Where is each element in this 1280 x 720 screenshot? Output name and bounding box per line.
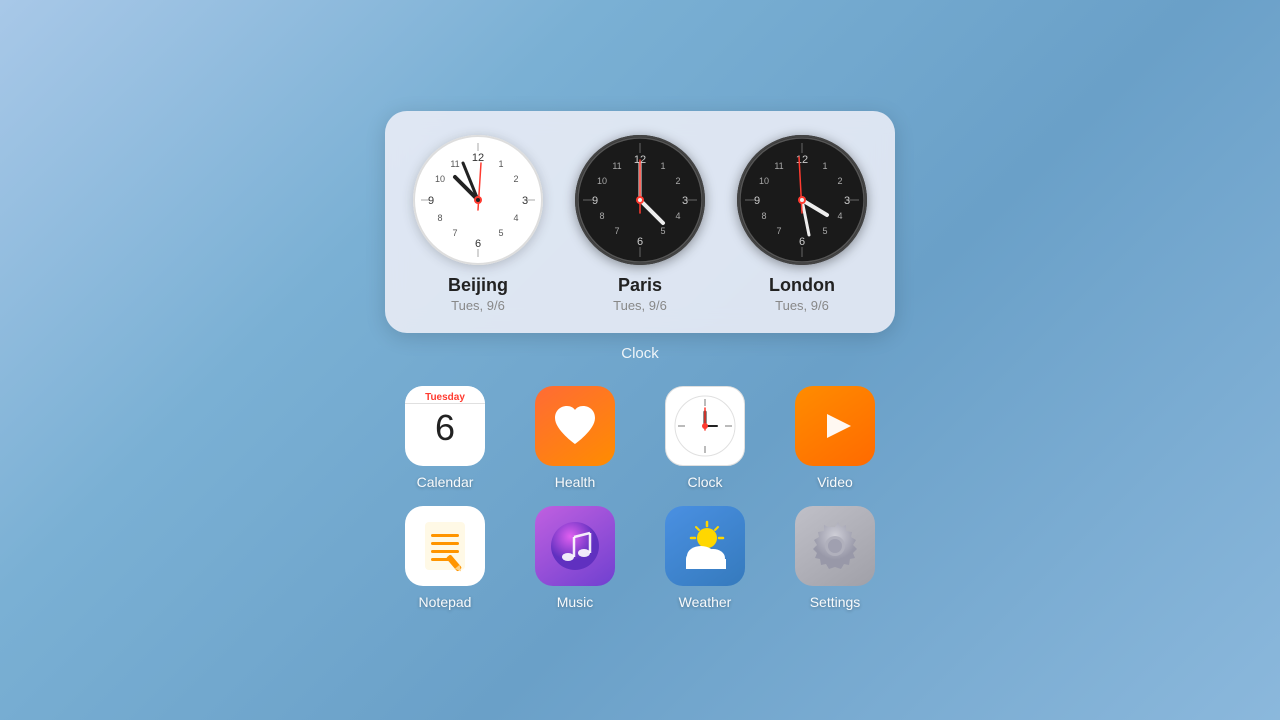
- clock-app-icon[interactable]: [665, 386, 745, 466]
- svg-text:8: 8: [437, 213, 442, 223]
- svg-text:2: 2: [675, 176, 680, 186]
- svg-text:9: 9: [592, 195, 598, 207]
- svg-text:8: 8: [599, 211, 604, 221]
- music-label: Music: [557, 594, 594, 610]
- svg-text:10: 10: [759, 176, 769, 186]
- clock-item-beijing: 12 6 9 3 1 2 4 5 11 10 8 7: [413, 135, 543, 313]
- app-item-clock[interactable]: Clock: [650, 386, 760, 490]
- svg-text:2: 2: [513, 174, 518, 184]
- clock-face-london: 12 6 9 3 1 2 4 5 11 10 8 7: [737, 135, 867, 265]
- london-city: London: [769, 275, 835, 296]
- health-icon[interactable]: [535, 386, 615, 466]
- app-item-health[interactable]: Health: [520, 386, 630, 490]
- clock-face-paris: 12 6 9 3 1 2 4 5 11 10 8 7: [575, 135, 705, 265]
- notepad-icon[interactable]: [405, 506, 485, 586]
- beijing-city: Beijing: [448, 275, 508, 296]
- svg-text:5: 5: [498, 228, 503, 238]
- app-item-calendar[interactable]: Tuesday 6 Calendar: [390, 386, 500, 490]
- london-label: London Tues, 9/6: [769, 275, 835, 313]
- clock-app-label: Clock: [687, 474, 722, 490]
- svg-text:6: 6: [637, 236, 643, 248]
- app-item-settings[interactable]: Settings: [780, 506, 890, 610]
- beijing-label: Beijing Tues, 9/6: [448, 275, 508, 313]
- app-item-notepad[interactable]: Notepad: [390, 506, 500, 610]
- svg-text:7: 7: [776, 226, 781, 236]
- paris-label: Paris Tues, 9/6: [613, 275, 667, 313]
- svg-text:9: 9: [428, 195, 434, 207]
- svg-text:7: 7: [452, 228, 457, 238]
- svg-text:4: 4: [513, 213, 518, 223]
- video-label: Video: [817, 474, 853, 490]
- svg-text:8: 8: [761, 211, 766, 221]
- settings-icon[interactable]: [795, 506, 875, 586]
- settings-label: Settings: [810, 594, 861, 610]
- paris-date: Tues, 9/6: [613, 298, 667, 313]
- svg-text:3: 3: [522, 195, 528, 207]
- widget-label: Clock: [621, 345, 659, 362]
- calendar-day-num: 6: [405, 404, 485, 454]
- calendar-label: Calendar: [417, 474, 474, 490]
- app-grid: Tuesday 6 Calendar Health: [390, 386, 890, 610]
- video-icon[interactable]: [795, 386, 875, 466]
- app-item-weather[interactable]: Weather: [650, 506, 760, 610]
- svg-text:5: 5: [822, 226, 827, 236]
- music-icon[interactable]: [535, 506, 615, 586]
- app-item-music[interactable]: Music: [520, 506, 630, 610]
- svg-text:12: 12: [796, 154, 808, 166]
- weather-label: Weather: [679, 594, 732, 610]
- svg-text:4: 4: [675, 211, 680, 221]
- main-container: 12 6 9 3 1 2 4 5 11 10 8 7: [385, 111, 895, 610]
- clock-widget[interactable]: 12 6 9 3 1 2 4 5 11 10 8 7: [385, 111, 895, 333]
- svg-text:2: 2: [837, 176, 842, 186]
- svg-text:7: 7: [614, 226, 619, 236]
- svg-text:11: 11: [612, 161, 621, 171]
- svg-text:10: 10: [435, 174, 445, 184]
- health-label: Health: [555, 474, 595, 490]
- svg-text:1: 1: [498, 159, 503, 169]
- london-date: Tues, 9/6: [769, 298, 835, 313]
- svg-text:1: 1: [822, 161, 827, 171]
- svg-text:9: 9: [754, 195, 760, 207]
- weather-icon[interactable]: [665, 506, 745, 586]
- svg-text:6: 6: [799, 236, 805, 248]
- calendar-day-name: Tuesday: [405, 392, 485, 403]
- clock-face-beijing: 12 6 9 3 1 2 4 5 11 10 8 7: [413, 135, 543, 265]
- svg-text:12: 12: [472, 152, 484, 164]
- svg-text:11: 11: [450, 159, 459, 169]
- clock-item-london: 12 6 9 3 1 2 4 5 11 10 8 7: [737, 135, 867, 313]
- svg-text:3: 3: [682, 195, 688, 207]
- clock-item-paris: 12 6 9 3 1 2 4 5 11 10 8 7: [575, 135, 705, 313]
- app-item-video[interactable]: Video: [780, 386, 890, 490]
- calendar-icon[interactable]: Tuesday 6: [405, 386, 485, 466]
- svg-text:10: 10: [597, 176, 607, 186]
- beijing-date: Tues, 9/6: [448, 298, 508, 313]
- notepad-label: Notepad: [419, 594, 472, 610]
- svg-text:5: 5: [660, 226, 665, 236]
- svg-text:3: 3: [844, 195, 850, 207]
- svg-text:4: 4: [837, 211, 842, 221]
- paris-city: Paris: [613, 275, 667, 296]
- svg-text:6: 6: [475, 238, 481, 250]
- svg-text:11: 11: [774, 161, 783, 171]
- svg-text:1: 1: [660, 161, 665, 171]
